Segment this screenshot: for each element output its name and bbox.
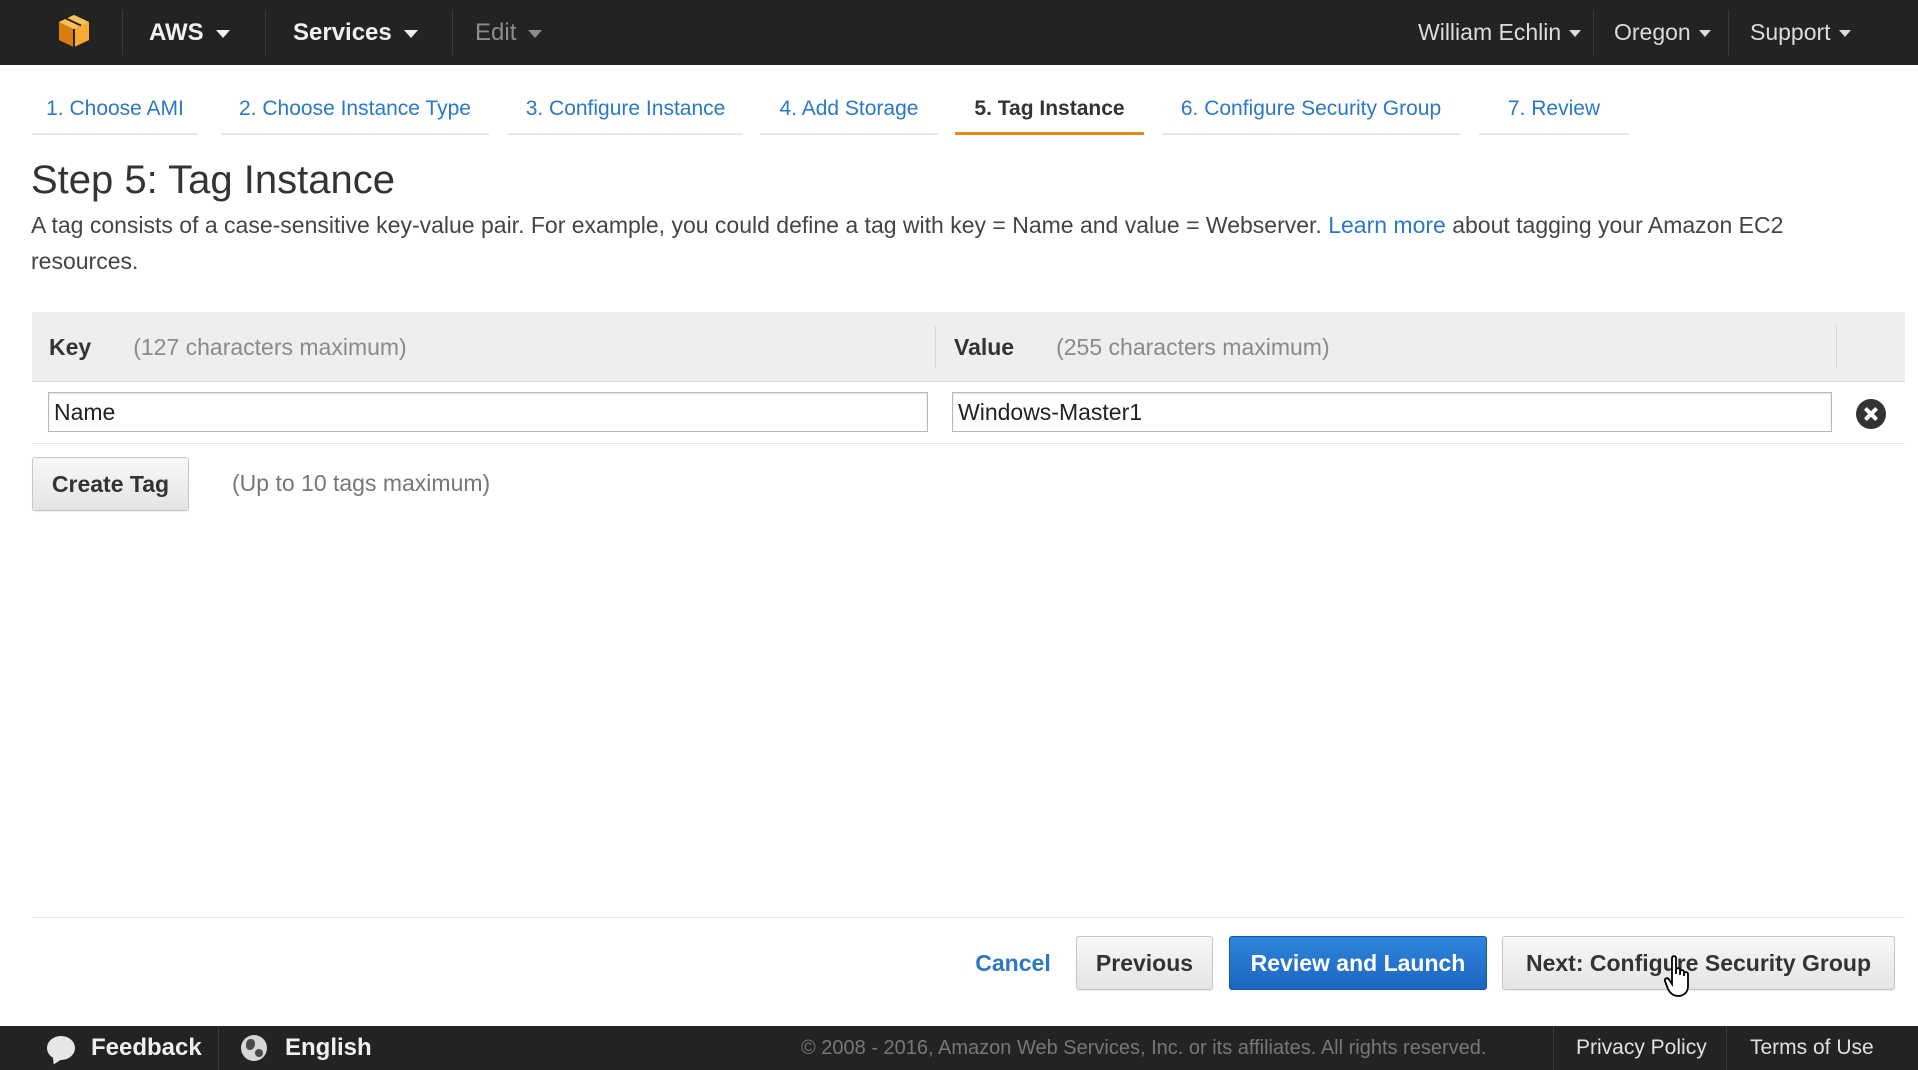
key-header-hint: (127 characters maximum) [133, 333, 407, 360]
nav-divider [452, 10, 453, 55]
tab-review[interactable]: 7. Review [1479, 93, 1629, 135]
tab-choose-instance-type[interactable]: 2. Choose Instance Type [221, 93, 489, 135]
footer-divider [218, 1026, 219, 1070]
cancel-label: Cancel [975, 949, 1051, 976]
divider [32, 917, 1905, 918]
tab-configure-security-group[interactable]: 6. Configure Security Group [1162, 93, 1460, 135]
terms-label: Terms of Use [1750, 1036, 1874, 1059]
tag-value-input[interactable] [952, 392, 1832, 432]
create-tag-label: Create Tag [51, 470, 170, 497]
create-tag-button[interactable]: Create Tag [32, 457, 189, 511]
tab-label: 7. Review [1507, 97, 1601, 120]
column-divider [935, 326, 936, 368]
support-menu-label: Support [1750, 19, 1831, 45]
learn-more-link[interactable]: Learn more [1328, 212, 1446, 238]
tab-label: 6. Configure Security Group [1180, 97, 1442, 120]
nav-divider [122, 10, 123, 55]
services-menu[interactable]: Services [293, 0, 418, 65]
column-divider [1836, 326, 1837, 368]
value-column-header: Value (255 characters maximum) [954, 312, 1330, 382]
nav-divider [265, 10, 266, 55]
privacy-policy-link[interactable]: Privacy Policy [1576, 1026, 1707, 1070]
tab-label: 3. Configure Instance [525, 97, 726, 120]
value-header-label: Value [954, 333, 1015, 360]
previous-button[interactable]: Previous [1076, 936, 1213, 990]
page-description: A tag consists of a case-sensitive key-v… [31, 207, 1871, 279]
tag-limit-hint: (Up to 10 tags maximum) [232, 470, 491, 496]
user-menu-label: William Echlin [1418, 19, 1562, 45]
remove-tag-icon[interactable] [1856, 399, 1886, 429]
edit-menu[interactable]: Edit [475, 0, 543, 65]
key-header-label: Key [49, 333, 92, 360]
tab-label: 1. Choose AMI [46, 97, 184, 120]
region-menu[interactable]: Oregon [1614, 0, 1711, 65]
tab-label: 5. Tag Instance [974, 97, 1125, 120]
top-navigation-bar: AWS Services Edit William Echlin Oregon … [0, 0, 1918, 65]
tag-table-header: Key (127 characters maximum) Value (255 … [32, 312, 1905, 382]
aws-menu[interactable]: AWS [149, 0, 230, 65]
privacy-label: Privacy Policy [1576, 1036, 1707, 1059]
chevron-down-icon [215, 29, 230, 38]
chevron-down-icon [528, 29, 543, 38]
review-and-launch-button[interactable]: Review and Launch [1229, 936, 1487, 990]
tab-add-storage[interactable]: 4. Add Storage [760, 93, 938, 135]
description-text: A tag consists of a case-sensitive key-v… [31, 212, 1329, 238]
page-title: Step 5: Tag Instance [31, 158, 395, 202]
support-menu[interactable]: Support [1750, 0, 1851, 65]
nav-divider [1728, 10, 1729, 55]
copyright-text: © 2008 - 2016, Amazon Web Services, Inc.… [801, 1036, 1487, 1059]
tab-label: 2. Choose Instance Type [239, 97, 471, 120]
speech-bubble-icon [47, 1036, 75, 1060]
previous-label: Previous [1095, 949, 1194, 976]
terms-of-use-link[interactable]: Terms of Use [1750, 1026, 1874, 1070]
feedback-link[interactable]: Feedback [47, 1026, 202, 1070]
tab-choose-ami[interactable]: 1. Choose AMI [32, 93, 198, 135]
tag-row [32, 382, 1905, 444]
edit-menu-label: Edit [475, 18, 517, 46]
footer-divider [1553, 1026, 1554, 1070]
cancel-button[interactable]: Cancel [963, 936, 1063, 990]
feedback-label: Feedback [91, 1034, 202, 1061]
region-menu-label: Oregon [1614, 19, 1691, 45]
language-label: English [285, 1034, 372, 1061]
footer-divider [1726, 1026, 1727, 1070]
nav-divider [1593, 10, 1594, 55]
hand-pointer-cursor-icon [1664, 955, 1689, 997]
language-selector[interactable]: English [241, 1026, 372, 1070]
chevron-down-icon [403, 29, 418, 38]
globe-icon [241, 1035, 267, 1061]
review-and-launch-label: Review and Launch [1250, 949, 1466, 976]
caret-down-icon [1698, 30, 1711, 37]
tag-key-input[interactable] [48, 392, 928, 432]
tab-label: 4. Add Storage [779, 97, 919, 120]
tab-configure-instance[interactable]: 3. Configure Instance [508, 93, 743, 135]
services-menu-label: Services [293, 18, 392, 46]
caret-down-icon [1838, 30, 1851, 37]
aws-cube-logo-icon[interactable] [56, 13, 92, 49]
aws-menu-label: AWS [149, 18, 204, 46]
next-label: Next: Configure Security Group [1525, 949, 1872, 976]
tab-tag-instance[interactable]: 5. Tag Instance [955, 93, 1144, 135]
caret-down-icon [1569, 30, 1582, 37]
value-header-hint: (255 characters maximum) [1056, 333, 1330, 360]
user-menu[interactable]: William Echlin [1418, 0, 1582, 65]
key-column-header: Key (127 characters maximum) [49, 312, 407, 382]
footer-bar: Feedback English © 2008 - 2016, Amazon W… [0, 1026, 1918, 1070]
next-configure-security-group-button[interactable]: Next: Configure Security Group [1502, 936, 1895, 990]
